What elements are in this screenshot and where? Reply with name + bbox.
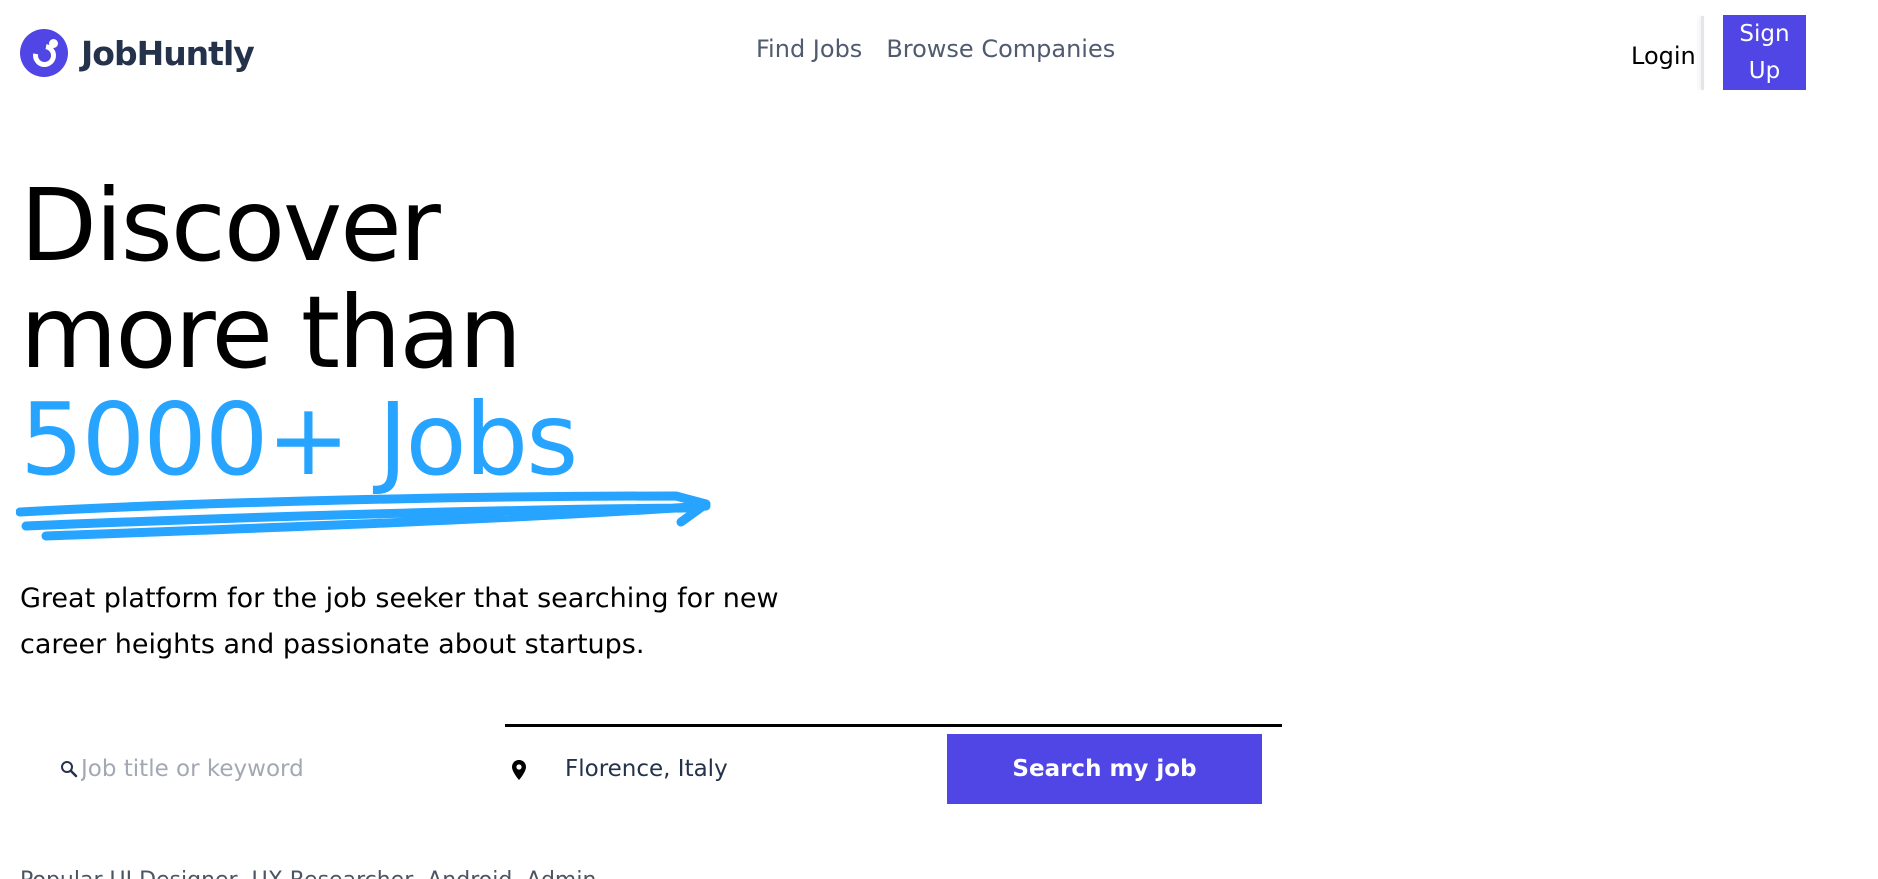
keyword-input[interactable]: [81, 756, 461, 782]
location-value: Florence, Italy: [565, 756, 728, 782]
nav-browse-companies[interactable]: Browse Companies: [886, 35, 1115, 63]
search-button[interactable]: Search my job: [947, 734, 1262, 804]
hero-subtitle: Great platform for the job seeker that s…: [20, 583, 779, 660]
hero-heading-block: Discover more than 5000+ Jobs: [20, 167, 578, 498]
main-nav: Find Jobs Browse Companies: [756, 35, 1115, 63]
popular-tags: Popular UI Designer, UX Researcher, Andr…: [20, 868, 596, 879]
logo[interactable]: JobHuntly: [20, 29, 255, 77]
logo-text: JobHuntly: [81, 33, 255, 73]
underline-scribble-icon: [16, 491, 711, 541]
nav-find-jobs[interactable]: Find Jobs: [756, 35, 862, 63]
hero-accent: 5000+ Jobs: [20, 381, 578, 498]
location-pin-icon: [512, 760, 526, 780]
signup-button[interactable]: Sign Up: [1723, 15, 1806, 90]
hero-heading: Discover more than 5000+ Jobs: [20, 167, 578, 498]
hero-line-2: more than: [20, 274, 522, 391]
login-button[interactable]: Login: [1631, 42, 1696, 70]
logo-icon: [20, 29, 68, 77]
keyword-field[interactable]: [60, 756, 461, 782]
header-divider: [1701, 16, 1704, 90]
search-icon: [61, 761, 78, 778]
hero-line-1: Discover: [20, 167, 441, 284]
